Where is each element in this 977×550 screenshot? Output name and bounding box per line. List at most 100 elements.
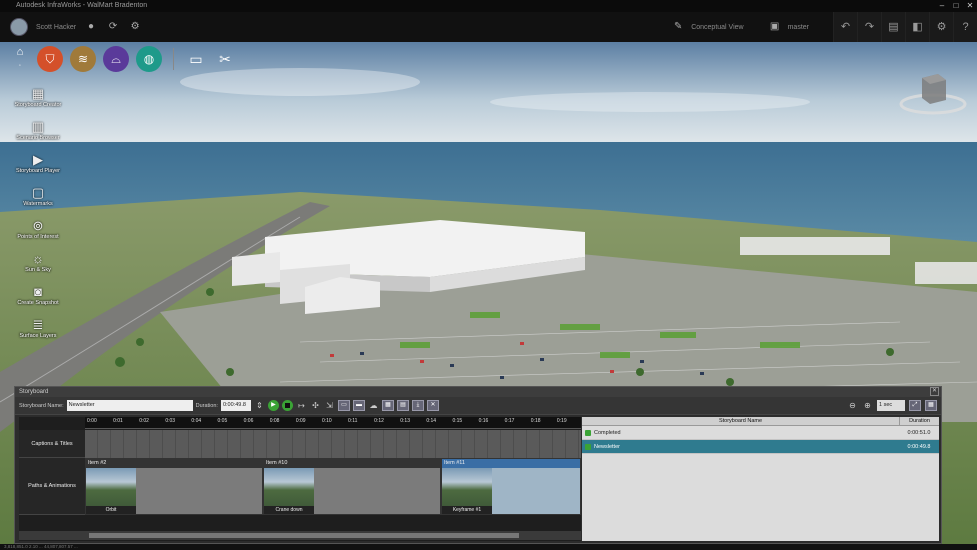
design-tools-icon[interactable]: ⛉ xyxy=(37,46,63,72)
ruler-tick: 0:14 xyxy=(426,418,437,424)
paths-track[interactable]: Item #2 Orbit Item #10 Crane down Item #… xyxy=(85,458,581,515)
storyboard-duration: 0:00:51.0 xyxy=(907,429,931,436)
column-header-name[interactable]: Storyboard Name xyxy=(582,417,899,425)
close-icon[interactable]: ✕ xyxy=(963,0,977,12)
timeline-clip[interactable]: Item #10 Crane down xyxy=(263,458,441,515)
clip-title: Item #11 xyxy=(442,459,580,468)
minimize-icon[interactable]: – xyxy=(935,0,949,12)
view-mode-label[interactable]: Conceptual View xyxy=(691,24,743,31)
track-label-paths: Paths & Animations xyxy=(19,458,85,515)
sidebar-item-label: Surface Layers xyxy=(19,333,57,339)
delete-icon[interactable]: ✕ xyxy=(426,400,439,411)
ruler-tick: 0:13 xyxy=(400,418,410,424)
sidebar-item-storyboard-player[interactable]: ▶ Storyboard Player xyxy=(0,152,76,185)
user-settings-icon[interactable]: ⚙ xyxy=(128,20,142,34)
user-name[interactable]: Scott Hacker xyxy=(36,24,76,31)
sidebar-item-storyboard-creator[interactable]: ▦ Storyboard Creator xyxy=(0,86,76,119)
clip-thumbnail xyxy=(86,468,136,508)
redo-icon[interactable]: ↷ xyxy=(857,12,881,42)
sidebar-item-label: Create Snapshot xyxy=(17,300,59,306)
sidebar-item-scenario-browser[interactable]: ▥ Scenario Browser xyxy=(0,119,76,152)
forward-icon[interactable]: ↦ xyxy=(296,400,307,411)
timeline[interactable]: 0:00 0:01 0:02 0:03 0:04 0:05 0:06 0:08 0:09 0:10… xyxy=(19,417,581,541)
maximize-icon[interactable]: □ xyxy=(949,0,963,12)
add-path-icon[interactable]: ⇲ xyxy=(324,400,335,411)
add-title-icon[interactable]: ▬ xyxy=(352,400,365,411)
duration-spinner-icon[interactable]: ⇕ xyxy=(254,400,265,411)
sidebar-item-surface-layers[interactable]: ≣ Surface Layers xyxy=(0,317,76,350)
zoom-out-icon[interactable]: ⊖ xyxy=(847,400,858,411)
ruler-tick: 0:08 xyxy=(269,418,280,424)
poi-icon: ⊚ xyxy=(32,218,44,233)
list-view-icon[interactable]: ▤ xyxy=(396,400,409,411)
panel-close-icon[interactable]: ✕ xyxy=(930,387,939,396)
export-icon[interactable]: ⤓ xyxy=(411,400,424,411)
add-animation-icon[interactable]: ✣ xyxy=(310,400,321,411)
clip-caption: Crane down xyxy=(264,506,314,514)
ruler-tick: 0:04 xyxy=(191,418,202,424)
time-step-select[interactable]: 1 sec xyxy=(877,400,905,411)
add-caption-icon[interactable]: ▭ xyxy=(337,400,350,411)
status-icon[interactable]: ● xyxy=(84,20,98,34)
model-properties-icon[interactable]: ▤ xyxy=(881,12,905,42)
play-button[interactable]: ▶ xyxy=(267,400,279,411)
bridge-tools-icon[interactable]: ⌓ xyxy=(103,46,129,72)
duration-input[interactable]: 0:00:49.8 xyxy=(220,400,251,411)
clip-title: Item #10 xyxy=(264,459,440,468)
sidebar-item-create-snapshot[interactable]: ◙ Create Snapshot xyxy=(0,284,76,317)
proposal-icon[interactable]: ▣ xyxy=(768,20,782,34)
sidebar-item-sun-sky[interactable]: ☼ Sun & Sky xyxy=(0,251,76,284)
grid-view-icon[interactable]: ▦ xyxy=(381,400,394,411)
view-style-icon[interactable]: ✎ xyxy=(671,20,685,34)
ruler-tick: 0:17 xyxy=(504,418,515,424)
panel-toggle-icon[interactable]: ◧ xyxy=(905,12,929,42)
sidebar-item-label: Watermarks xyxy=(23,201,53,207)
list-item-selected[interactable]: Newsletter 0:00:49.8 xyxy=(582,440,939,454)
scenario-icon: ▥ xyxy=(31,119,45,134)
sidebar-item-label: Scenario Browser xyxy=(16,135,60,141)
layers-icon: ≣ xyxy=(32,317,44,332)
watermark-icon: ▢ xyxy=(31,185,45,200)
ruler-tick: 0:16 xyxy=(478,418,489,424)
clip-title: Item #2 xyxy=(86,459,262,468)
zoom-in-icon[interactable]: ⊕ xyxy=(862,400,873,411)
column-header-duration[interactable]: Duration xyxy=(899,417,939,425)
storyboard-name-input[interactable]: Newsletter xyxy=(66,400,193,411)
sync-icon[interactable]: ⟳ xyxy=(106,20,120,34)
timeline-scrollbar[interactable] xyxy=(19,531,581,540)
clip-caption: Keyframe #1 xyxy=(442,506,492,514)
scrollbar-thumb[interactable] xyxy=(89,533,519,538)
ruler-tick: 0:15 xyxy=(452,418,463,424)
app-window: Autodesk InfraWorks - WalMart Bradenton … xyxy=(0,0,977,550)
list-item[interactable]: Completed 0:00:51.0 xyxy=(582,426,939,440)
view-cube[interactable] xyxy=(898,70,968,118)
tools-icon[interactable]: ✂ xyxy=(214,51,236,68)
settings-icon[interactable]: ⚙ xyxy=(929,12,953,42)
timeline-clip-selected[interactable]: Item #11 Keyframe #1 xyxy=(441,458,581,515)
weather-icon[interactable]: ☁ xyxy=(368,400,379,411)
sidebar-item-watermarks[interactable]: ▢ Watermarks xyxy=(0,185,76,218)
proposal-label[interactable]: master xyxy=(788,24,809,31)
road-tools-icon[interactable]: ≋ xyxy=(70,46,96,72)
undo-icon[interactable]: ↶ xyxy=(833,12,857,42)
sun-icon: ☼ xyxy=(32,251,44,266)
storyboard-toolbar: Storyboard Name: Newsletter Duration: 0:… xyxy=(15,397,941,415)
avatar[interactable] xyxy=(10,18,28,36)
home-icon[interactable]: ⌂ ◦ xyxy=(10,46,30,72)
link-icon[interactable]: ⤢ xyxy=(909,400,921,411)
panel-title: Storyboard xyxy=(19,389,49,395)
panel-title-bar: Storyboard ✕ xyxy=(15,387,941,397)
present-icon[interactable]: ▭ xyxy=(185,51,207,68)
storyboard-name: Completed xyxy=(594,429,621,436)
toolbar-divider xyxy=(173,48,174,70)
layout-icon[interactable]: ▦ xyxy=(925,400,937,411)
help-icon[interactable]: ? xyxy=(953,12,977,42)
stop-button[interactable] xyxy=(281,400,293,411)
sidebar-item-points-of-interest[interactable]: ⊚ Points of Interest xyxy=(0,218,76,251)
sidebar-item-label: Storyboard Creator xyxy=(14,102,62,108)
time-ruler[interactable]: 0:00 0:01 0:02 0:03 0:04 0:05 0:06 0:08 0:09 0:10… xyxy=(85,417,581,429)
timeline-clip[interactable]: Item #2 Orbit xyxy=(85,458,263,515)
drainage-tools-icon[interactable]: ◍ xyxy=(136,46,162,72)
captions-track[interactable] xyxy=(85,430,581,458)
list-header: Storyboard Name Duration xyxy=(582,417,939,426)
